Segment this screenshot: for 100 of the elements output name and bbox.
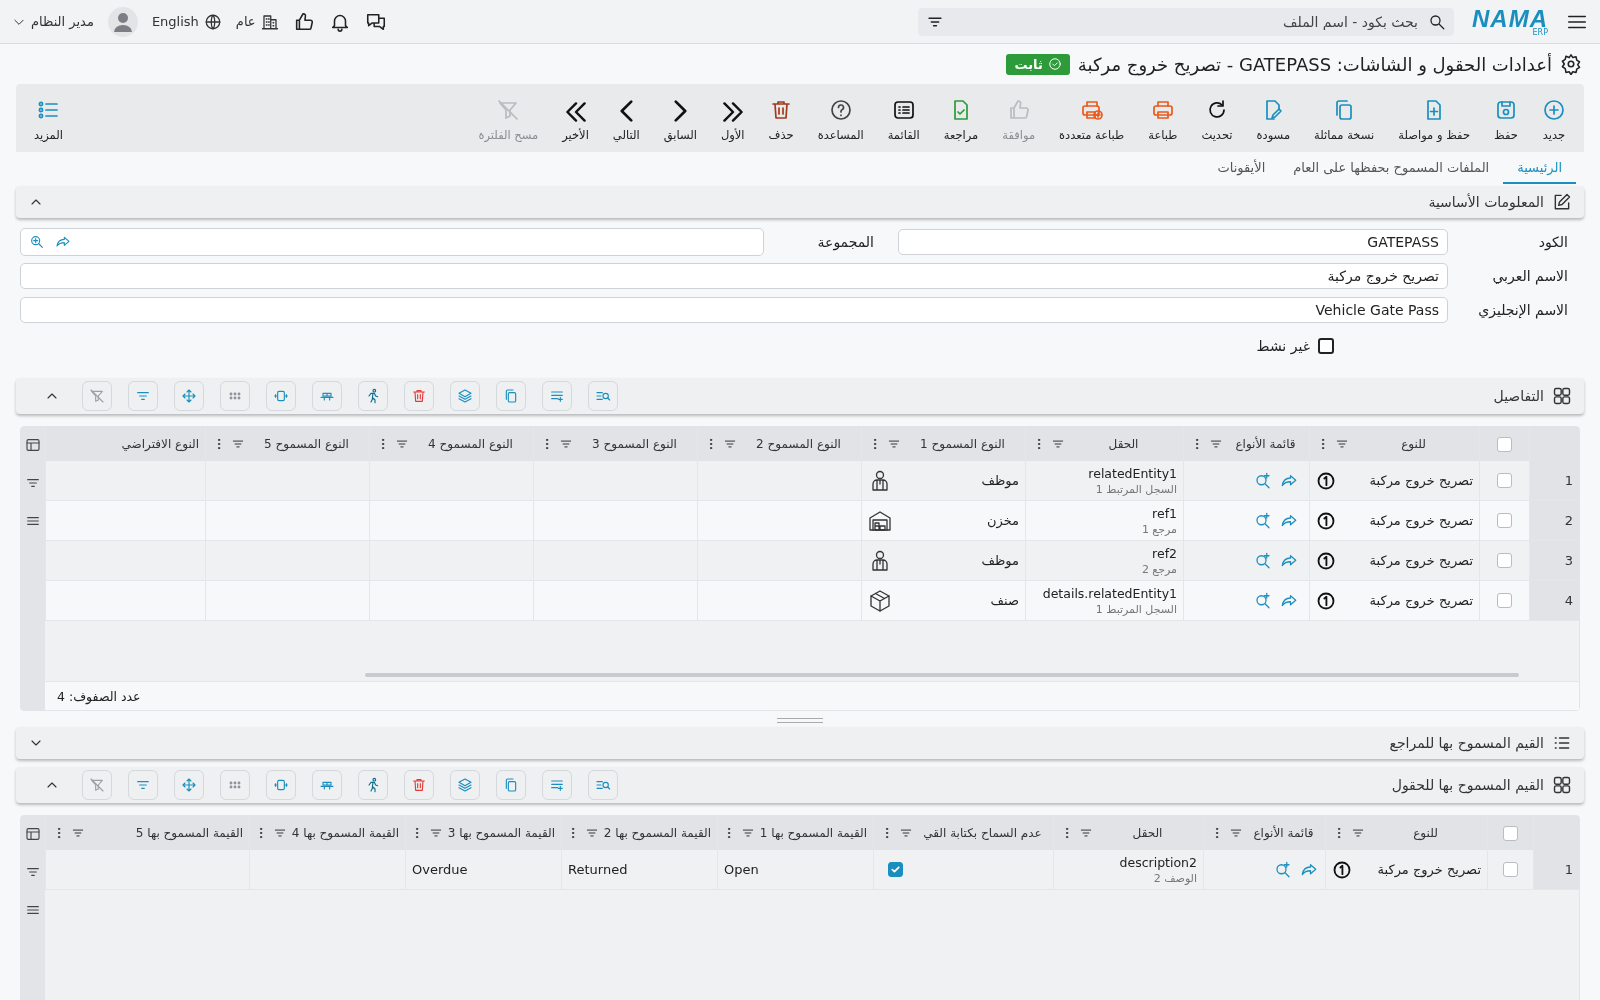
settings-icon [1560,53,1582,75]
expand-button[interactable] [266,770,296,800]
print-multi-icon [1079,98,1104,122]
new-button[interactable]: جديد [1530,94,1578,142]
dots-button[interactable] [220,770,250,800]
move-button[interactable] [174,381,204,411]
search-plus-icon[interactable] [1254,591,1272,610]
clear-filter-button[interactable] [82,770,112,800]
delete-button[interactable] [404,770,434,800]
clear-filter-icon [89,388,105,404]
tab[interactable]: الأيقونات [1203,152,1280,184]
table-cell: موظف [981,473,1019,488]
expand-icon [273,777,289,793]
scrollbar[interactable] [365,673,1519,677]
refresh-button[interactable]: تحديث [1189,94,1245,142]
checkbox[interactable] [1497,436,1512,452]
duplicate-button[interactable]: نسخة مماثلة [1302,94,1387,142]
help-button[interactable]: المساعدة [805,94,876,142]
section-header[interactable]: القيم المسموح بها للحقول [16,767,1584,803]
checkbox[interactable] [1318,338,1334,354]
arabic-name-field[interactable]: تصريح خروج مركبة [20,263,1448,289]
code-field[interactable]: GATEPASS [898,229,1448,255]
move-icon [181,777,197,793]
checkbox[interactable] [1503,862,1518,877]
dots-button[interactable] [220,381,250,411]
search-field[interactable]: بحث بكود - اسم الملف [918,7,1454,36]
checkbox[interactable] [1497,593,1512,608]
prev-button[interactable]: السابق [651,94,709,142]
clear-filter-button[interactable] [82,381,112,411]
row-number: 1 [1533,850,1579,890]
search-plus-icon[interactable] [1254,551,1272,570]
delete-icon [411,777,427,793]
table-icon[interactable] [25,437,41,453]
filter-button[interactable] [128,381,158,411]
draft-button[interactable]: مسودة [1244,94,1303,142]
section-title: القيم المسموح بها للحقول [1391,777,1544,793]
section-header[interactable]: التفاصيل [16,378,1584,414]
field-label: المجموعة [816,234,875,250]
delete-button[interactable] [404,381,434,411]
list-plus-button[interactable] [542,770,572,800]
save-continue-button[interactable]: حفظ و مواصلة [1386,94,1482,142]
clear-filter-icon [89,777,105,793]
list-search-button[interactable] [588,770,618,800]
row-number: 1 [1529,461,1579,501]
save-button[interactable]: حفظ [1482,94,1530,142]
table-cell: تصريح خروج مركبة [1369,473,1473,488]
search-input[interactable]: بحث بكود - اسم الملف [952,12,1420,31]
next-button[interactable]: التالي [600,94,652,142]
last-button[interactable]: الأخير [550,94,601,142]
splitter-handle[interactable] [777,718,823,723]
move-button[interactable] [174,770,204,800]
table-icon[interactable] [25,826,41,842]
language-button[interactable]: English [151,12,222,31]
run-button[interactable] [358,381,388,411]
help-icon [828,98,853,122]
grid-icon [1552,386,1572,406]
checkbox[interactable] [1497,473,1512,488]
more-button[interactable]: المزيد [22,94,75,142]
print-multi-button[interactable]: طباعة متعددة [1047,94,1137,142]
row-count: عدد الصفوف: 4 [57,688,141,704]
list-search-button[interactable] [588,381,618,411]
duplicate-button[interactable] [496,770,526,800]
list-button[interactable]: القائمة [875,94,932,142]
tab[interactable]: الملفات المسموح بحفظها على العام [1279,152,1504,184]
run-button[interactable] [358,770,388,800]
english-name-field[interactable]: Vehicle Gate Pass [20,297,1448,323]
search-plus-icon[interactable] [29,234,45,250]
rows-button[interactable] [312,770,342,800]
tab[interactable]: الرئيسية [1503,152,1576,184]
table-cell: Open [724,862,759,877]
section-header[interactable]: المعلومات الأساسية [16,186,1584,218]
field-name: relatedEntity1 [1088,465,1177,481]
search-plus-icon[interactable] [1254,471,1272,490]
search-plus-icon[interactable] [1254,511,1272,530]
checkbox[interactable] [1497,553,1512,568]
group-field[interactable] [20,228,764,256]
field-description: السجل المرتبط 1 [1095,482,1177,496]
duplicate-button[interactable] [496,381,526,411]
rows-button[interactable] [312,381,342,411]
expand-button[interactable] [266,381,296,411]
checkbox[interactable] [1503,825,1518,841]
checkbox[interactable] [888,862,903,877]
checkbox[interactable] [1497,513,1512,528]
table-cell: موظف [981,553,1019,568]
first-button[interactable]: الأول [708,94,757,142]
filter-button[interactable] [128,770,158,800]
list-plus-button[interactable] [542,381,572,411]
field-description: السجل المرتبط 1 [1095,602,1177,616]
print-button[interactable]: طباعة [1136,94,1190,142]
layers-button[interactable] [450,770,480,800]
layers-button[interactable] [450,381,480,411]
branch-button[interactable]: عام [235,12,279,31]
number-circle-icon [1316,470,1336,491]
user-menu[interactable]: مدير النظام [12,14,94,29]
review-button[interactable]: مراجعة [931,94,991,142]
delete-button[interactable]: حذف [756,94,806,142]
number-circle-icon [1316,550,1336,571]
search-plus-icon[interactable] [1274,860,1292,879]
box-icon [868,588,892,613]
section-header[interactable]: القيم المسموح بها للمراجع [16,727,1584,759]
